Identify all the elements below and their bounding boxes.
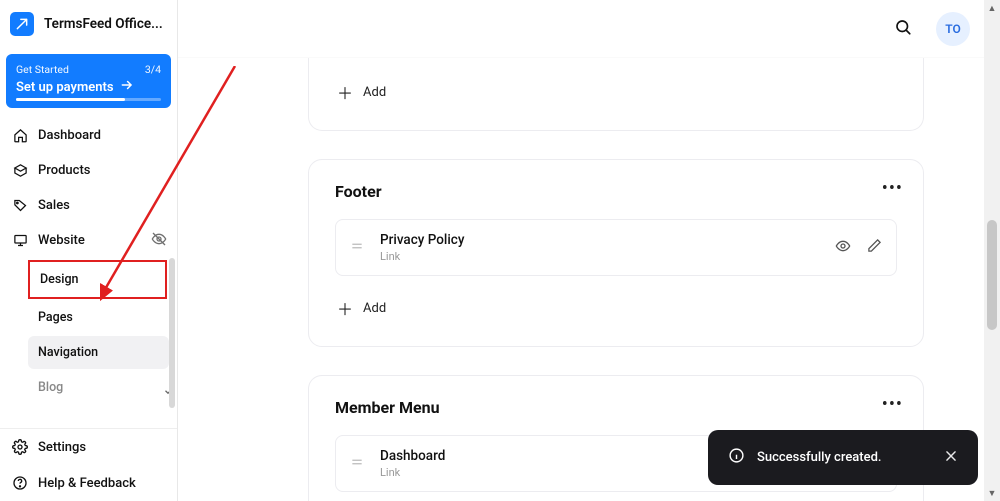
entry-subtitle: Link xyxy=(380,466,445,479)
onboarding-cta-label: Set up payments xyxy=(16,80,114,95)
nav-website[interactable]: Website xyxy=(0,223,177,258)
section-title: Footer xyxy=(335,182,897,201)
drag-handle-icon[interactable] xyxy=(350,454,364,473)
sidebar-bottom: Settings Help & Feedback xyxy=(0,428,177,501)
add-button[interactable]: ＋ Add xyxy=(335,76,897,108)
arrow-right-icon xyxy=(120,78,134,96)
window-scrollbar[interactable]: ▲ ▼ xyxy=(984,0,1000,501)
nav-label: Dashboard xyxy=(38,128,101,143)
toast-success: Successfully created. xyxy=(708,430,978,485)
entry-title: Dashboard xyxy=(380,448,445,464)
plus-icon: ＋ xyxy=(337,80,353,104)
onboarding-eyebrow: Get Started xyxy=(16,63,69,76)
home-icon xyxy=(12,128,28,143)
toast-message: Successfully created. xyxy=(757,450,882,465)
close-icon[interactable] xyxy=(944,449,958,467)
subnav-blog[interactable]: Blog xyxy=(28,371,169,404)
subnav-pages[interactable]: Pages xyxy=(28,301,169,334)
primary-nav: Dashboard Products Sales Website Design … xyxy=(0,118,177,428)
info-icon xyxy=(728,447,745,468)
top-header: TO xyxy=(178,0,984,58)
search-icon[interactable] xyxy=(894,18,912,40)
scroll-up-icon[interactable]: ▲ xyxy=(984,0,1000,16)
brand[interactable]: TermsFeed Office... xyxy=(0,0,177,46)
subnav-design[interactable]: Design xyxy=(28,260,167,299)
nav-label: Settings xyxy=(38,440,86,455)
nav-settings[interactable]: Settings xyxy=(0,429,177,465)
nav-label: Sales xyxy=(38,198,70,213)
tag-icon xyxy=(12,198,28,213)
nav-label: Products xyxy=(38,163,90,178)
gear-icon xyxy=(12,439,28,455)
entry-subtitle: Link xyxy=(380,250,464,263)
more-icon[interactable]: ••• xyxy=(882,394,903,415)
onboarding-progress: 3/4 xyxy=(145,63,161,76)
avatar-initials: TO xyxy=(945,22,961,36)
nav-dashboard[interactable]: Dashboard xyxy=(0,118,177,153)
add-button[interactable]: ＋ Add xyxy=(335,292,897,324)
subnav-navigation[interactable]: Navigation xyxy=(28,336,169,369)
brand-name: TermsFeed Office... xyxy=(44,16,164,32)
subnav-label: Navigation xyxy=(38,345,98,360)
entry-info: Dashboard Link xyxy=(380,448,445,479)
onboarding-progress-bar xyxy=(16,98,161,101)
add-label: Add xyxy=(363,85,386,100)
section-card-footer: ••• Footer Privacy Policy Link ＋ Add xyxy=(308,159,924,347)
plus-icon: ＋ xyxy=(337,296,353,320)
subnav-label: Design xyxy=(40,272,79,287)
nav-entry[interactable]: Privacy Policy Link xyxy=(335,219,897,276)
help-icon xyxy=(12,475,28,491)
brand-logo xyxy=(10,12,34,36)
nav-label: Help & Feedback xyxy=(38,476,136,491)
visibility-icon[interactable] xyxy=(835,238,851,258)
add-label: Add xyxy=(363,301,386,316)
sidebar: TermsFeed Office... Get Started 3/4 Set … xyxy=(0,0,178,501)
nav-help[interactable]: Help & Feedback xyxy=(0,465,177,501)
edit-icon[interactable] xyxy=(867,238,882,258)
nav-products[interactable]: Products xyxy=(0,153,177,188)
scrollbar-thumb[interactable] xyxy=(987,220,997,330)
section-card-top: ＋ Add xyxy=(308,58,924,131)
drag-handle-icon[interactable] xyxy=(350,238,364,257)
sidebar-scrollbar[interactable] xyxy=(168,178,176,318)
subnav-label: Pages xyxy=(38,310,73,325)
avatar[interactable]: TO xyxy=(936,12,970,46)
visibility-off-icon xyxy=(151,231,167,251)
entry-info: Privacy Policy Link xyxy=(380,232,464,263)
onboarding-card[interactable]: Get Started 3/4 Set up payments xyxy=(6,54,171,108)
website-subnav: Design Pages Navigation Blog xyxy=(0,260,177,404)
nav-label: Website xyxy=(38,233,85,248)
scroll-down-icon[interactable]: ▼ xyxy=(984,485,1000,501)
section-title: Member Menu xyxy=(335,398,897,417)
more-icon[interactable]: ••• xyxy=(882,178,903,199)
nav-sales[interactable]: Sales xyxy=(0,188,177,223)
monitor-icon xyxy=(12,233,28,248)
subnav-label: Blog xyxy=(38,380,63,395)
entry-title: Privacy Policy xyxy=(380,232,464,248)
box-icon xyxy=(12,163,28,178)
